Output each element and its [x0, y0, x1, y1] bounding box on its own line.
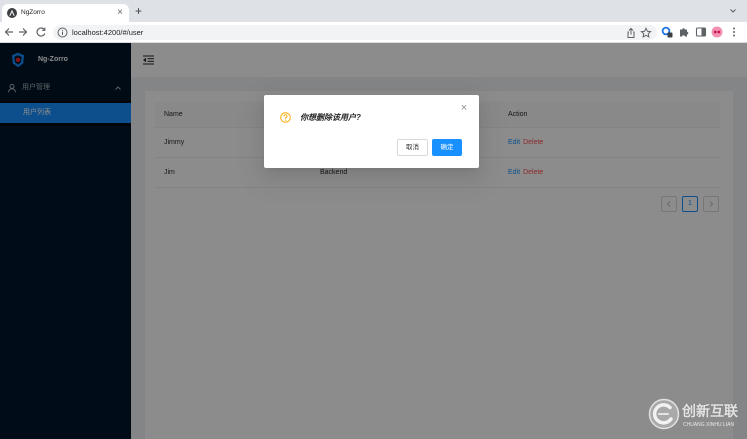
question-circle-icon [280, 112, 291, 123]
chevron-down-icon[interactable] [727, 5, 739, 17]
share-icon[interactable] [625, 27, 637, 39]
reload-icon[interactable] [35, 26, 47, 38]
more-menu-icon[interactable] [730, 26, 738, 38]
ok-button[interactable]: 确定 [432, 139, 462, 156]
url-text[interactable]: localhost:4200/#/user [72, 26, 143, 39]
watermark-subtext: CHUANG XINHU LIAN [683, 422, 735, 428]
forward-arrow-icon[interactable] [17, 26, 29, 38]
side-panel-icon[interactable] [695, 26, 707, 38]
browser-tab[interactable]: NgZorro × [2, 4, 129, 22]
profile-avatar-icon[interactable] [711, 26, 723, 38]
site-info-icon[interactable] [57, 27, 68, 38]
back-arrow-icon[interactable] [3, 26, 15, 38]
cancel-button[interactable]: 取消 [397, 139, 428, 156]
watermark-logo-icon [648, 398, 680, 430]
confirm-modal: 你想删除该用户? × 取消 确定 [264, 95, 479, 168]
angular-favicon-icon [7, 8, 17, 18]
modal-close-button[interactable]: × [458, 102, 470, 114]
modal-title: 你想删除该用户? [300, 113, 361, 122]
tab-close-button[interactable]: × [114, 7, 126, 19]
browser-tab-strip: NgZorro × + [0, 0, 747, 22]
new-tab-button[interactable]: + [132, 5, 145, 18]
bookmark-star-icon[interactable] [640, 26, 652, 39]
watermark-text: 创新互联 [682, 403, 738, 419]
extensions-puzzle-icon[interactable] [678, 26, 690, 38]
browser-toolbar: localhost:4200/#/user [0, 22, 747, 43]
extension-icon[interactable] [661, 26, 673, 38]
watermark: 创新互联 CHUANG XINHU LIAN [646, 396, 746, 434]
address-bar[interactable]: localhost:4200/#/user [53, 25, 657, 40]
close-icon: × [460, 102, 468, 114]
close-icon: × [117, 7, 123, 18]
tab-title: NgZorro [21, 9, 45, 16]
